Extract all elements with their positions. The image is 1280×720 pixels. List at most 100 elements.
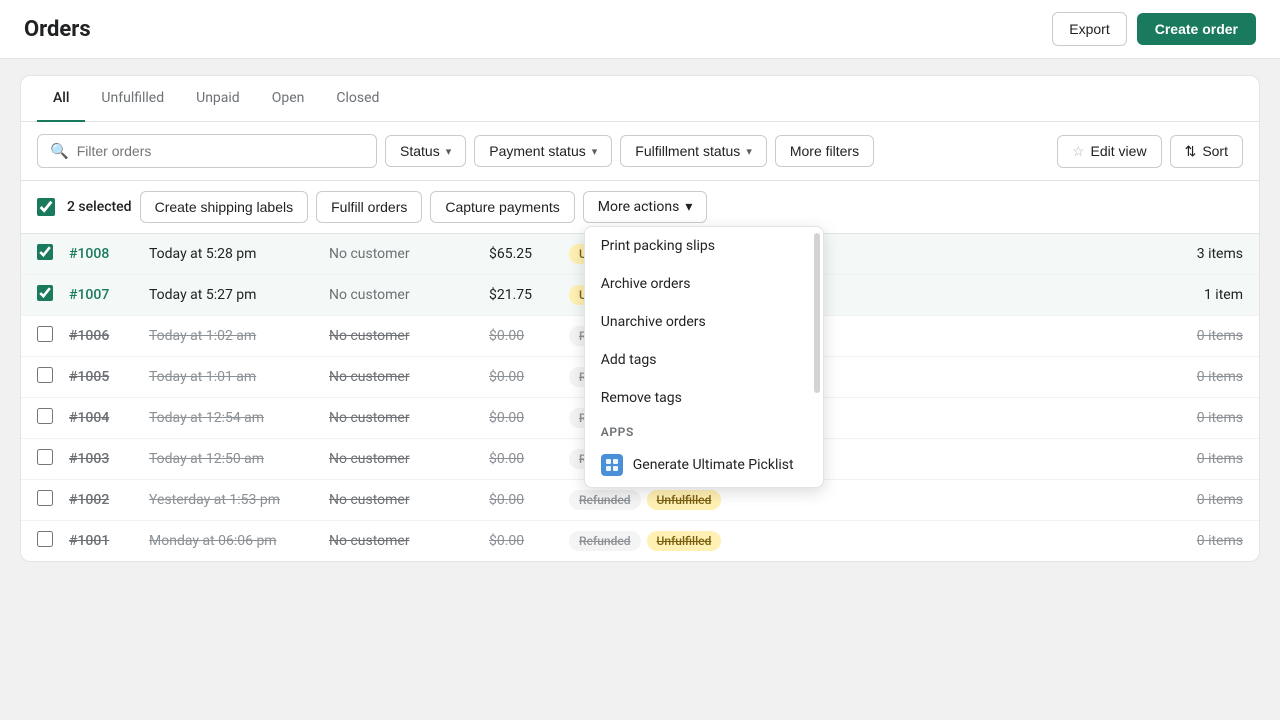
action-bar: 2 selected Create shipping labels Fulfil… bbox=[21, 181, 1259, 234]
tab-closed[interactable]: Closed bbox=[320, 76, 395, 122]
order-id[interactable]: #1005 bbox=[69, 369, 149, 385]
order-items: 0 items bbox=[1163, 369, 1243, 385]
order-date: Today at 12:54 am bbox=[149, 410, 329, 426]
fulfillment-status-filter-button[interactable]: Fulfillment status ▾ bbox=[620, 135, 767, 167]
order-amount: $0.00 bbox=[489, 492, 569, 508]
chevron-down-icon: ▾ bbox=[685, 199, 692, 215]
row-checkbox-wrap bbox=[37, 326, 69, 346]
row-checkbox[interactable] bbox=[37, 449, 53, 465]
more-filters-button[interactable]: More filters bbox=[775, 135, 874, 167]
chevron-down-icon: ▾ bbox=[746, 145, 752, 158]
export-button[interactable]: Export bbox=[1052, 12, 1126, 46]
search-input[interactable] bbox=[77, 143, 364, 159]
dropdown-item-unarchive-orders[interactable]: Unarchive orders bbox=[585, 303, 823, 341]
status-badge: Refunded bbox=[569, 531, 641, 551]
order-customer: No customer bbox=[329, 533, 489, 549]
order-amount: $65.25 bbox=[489, 246, 569, 262]
order-badges: Refunded Unfulfilled bbox=[569, 490, 1163, 510]
order-id[interactable]: #1002 bbox=[69, 492, 149, 508]
order-items: 3 items bbox=[1163, 246, 1243, 262]
row-checkbox[interactable] bbox=[37, 244, 53, 260]
status-badge: Unfulfilled bbox=[647, 490, 722, 510]
order-customer: No customer bbox=[329, 287, 489, 303]
order-amount: $0.00 bbox=[489, 451, 569, 467]
status-badge: Unfulfilled bbox=[647, 531, 722, 551]
order-date: Today at 1:01 am bbox=[149, 369, 329, 385]
star-icon: ☆ bbox=[1072, 143, 1085, 160]
selected-count: 2 selected bbox=[67, 199, 132, 215]
row-checkbox[interactable] bbox=[37, 408, 53, 424]
order-date: Monday at 06:06 pm bbox=[149, 533, 329, 549]
tabs-bar: All Unfulfilled Unpaid Open Closed bbox=[21, 76, 1259, 122]
row-checkbox[interactable] bbox=[37, 285, 53, 301]
order-customer: No customer bbox=[329, 369, 489, 385]
order-date: Today at 5:28 pm bbox=[149, 246, 329, 262]
row-checkbox-wrap bbox=[37, 449, 69, 469]
order-id[interactable]: #1003 bbox=[69, 451, 149, 467]
tab-all[interactable]: All bbox=[37, 76, 85, 122]
search-icon: 🔍 bbox=[50, 142, 69, 160]
dropdown-item-add-tags[interactable]: Add tags bbox=[585, 341, 823, 379]
select-all-checkbox[interactable] bbox=[37, 198, 55, 216]
status-badge: Refunded bbox=[569, 490, 641, 510]
sort-icon: ⇅ bbox=[1185, 143, 1197, 160]
row-checkbox[interactable] bbox=[37, 367, 53, 383]
tab-unpaid[interactable]: Unpaid bbox=[180, 76, 256, 122]
row-checkbox[interactable] bbox=[37, 490, 53, 506]
row-checkbox-wrap bbox=[37, 244, 69, 264]
order-items: 1 item bbox=[1163, 287, 1243, 303]
page-title: Orders bbox=[24, 17, 91, 42]
order-customer: No customer bbox=[329, 410, 489, 426]
fulfill-orders-button[interactable]: Fulfill orders bbox=[316, 191, 422, 223]
dropdown-item-remove-tags[interactable]: Remove tags bbox=[585, 379, 823, 417]
order-date: Yesterday at 1:53 pm bbox=[149, 492, 329, 508]
top-bar-actions: Export Create order bbox=[1052, 12, 1256, 46]
chevron-down-icon: ▾ bbox=[592, 145, 598, 158]
order-items: 0 items bbox=[1163, 328, 1243, 344]
order-items: 0 items bbox=[1163, 533, 1243, 549]
order-customer: No customer bbox=[329, 492, 489, 508]
row-checkbox-wrap bbox=[37, 408, 69, 428]
order-id[interactable]: #1006 bbox=[69, 328, 149, 344]
row-checkbox-wrap bbox=[37, 285, 69, 305]
order-amount: $0.00 bbox=[489, 410, 569, 426]
order-id[interactable]: #1007 bbox=[69, 287, 149, 303]
order-amount: $21.75 bbox=[489, 287, 569, 303]
order-date: Today at 5:27 pm bbox=[149, 287, 329, 303]
create-shipping-labels-button[interactable]: Create shipping labels bbox=[140, 191, 309, 223]
more-actions-button[interactable]: More actions ▾ Print packing slips Archi… bbox=[583, 191, 708, 223]
order-id[interactable]: #1008 bbox=[69, 246, 149, 262]
order-amount: $0.00 bbox=[489, 369, 569, 385]
dropdown-item-print-packing-slips[interactable]: Print packing slips bbox=[585, 227, 823, 265]
order-id[interactable]: #1001 bbox=[69, 533, 149, 549]
dropdown-scrollbar bbox=[814, 233, 820, 393]
order-items: 0 items bbox=[1163, 451, 1243, 467]
row-checkbox[interactable] bbox=[37, 326, 53, 342]
search-box: 🔍 bbox=[37, 134, 377, 168]
edit-view-button[interactable]: ☆ Edit view bbox=[1057, 135, 1162, 168]
tab-unfulfilled[interactable]: Unfulfilled bbox=[85, 76, 180, 122]
sort-button[interactable]: ⇅ Sort bbox=[1170, 135, 1243, 168]
payment-status-filter-button[interactable]: Payment status ▾ bbox=[474, 135, 612, 167]
order-amount: $0.00 bbox=[489, 328, 569, 344]
order-id[interactable]: #1004 bbox=[69, 410, 149, 426]
more-actions-dropdown: Print packing slips Archive orders Unarc… bbox=[584, 226, 824, 488]
order-items: 0 items bbox=[1163, 410, 1243, 426]
row-checkbox-wrap bbox=[37, 531, 69, 551]
capture-payments-button[interactable]: Capture payments bbox=[430, 191, 574, 223]
dropdown-section-apps: APPS bbox=[585, 417, 823, 443]
filters-row: 🔍 Status ▾ Payment status ▾ Fulfillment … bbox=[21, 122, 1259, 181]
dropdown-item-generate-picklist[interactable]: Generate Ultimate Picklist bbox=[585, 443, 823, 487]
dropdown-item-archive-orders[interactable]: Archive orders bbox=[585, 265, 823, 303]
table-row: #1001 Monday at 06:06 pm No customer $0.… bbox=[21, 521, 1259, 561]
order-badges: Refunded Unfulfilled bbox=[569, 531, 1163, 551]
main-card: All Unfulfilled Unpaid Open Closed 🔍 Sta… bbox=[20, 75, 1260, 562]
tab-open[interactable]: Open bbox=[256, 76, 321, 122]
status-filter-button[interactable]: Status ▾ bbox=[385, 135, 466, 167]
top-bar: Orders Export Create order bbox=[0, 0, 1280, 59]
order-customer: No customer bbox=[329, 451, 489, 467]
order-date: Today at 12:50 am bbox=[149, 451, 329, 467]
row-checkbox[interactable] bbox=[37, 531, 53, 547]
order-customer: No customer bbox=[329, 246, 489, 262]
create-order-button[interactable]: Create order bbox=[1137, 13, 1256, 45]
